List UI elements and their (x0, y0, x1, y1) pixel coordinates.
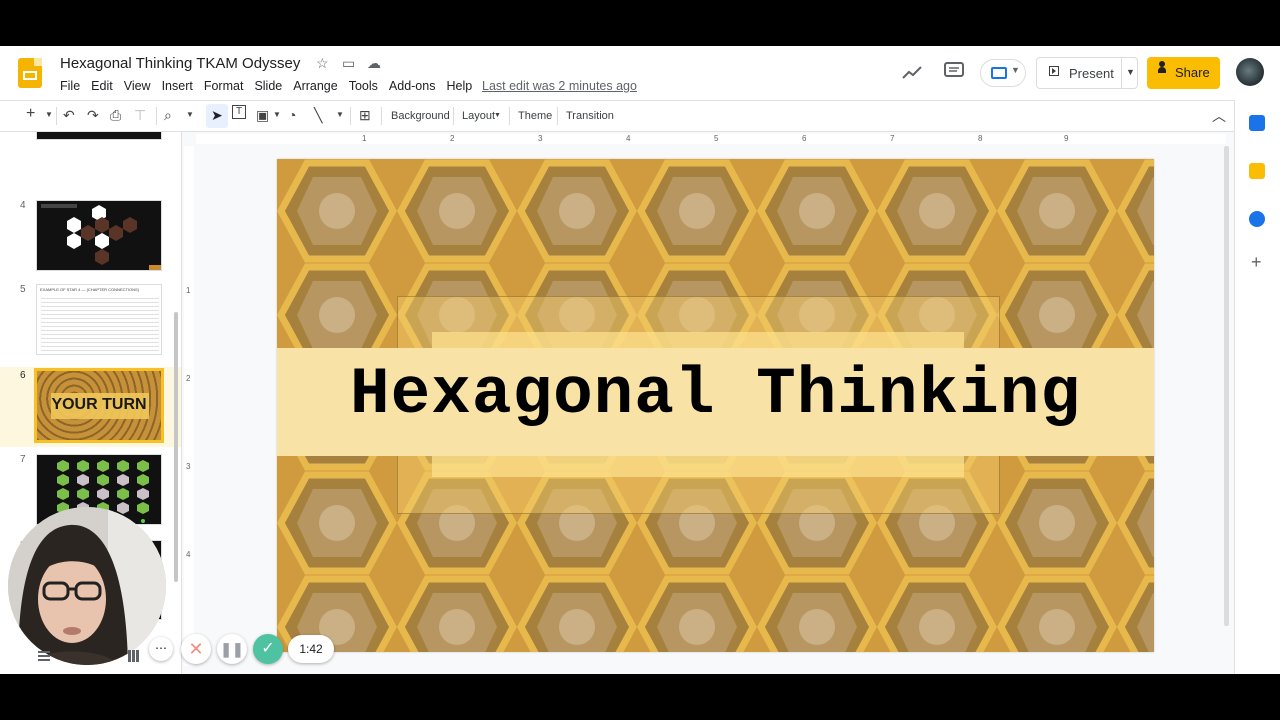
new-slide-icon[interactable]: + (26, 105, 35, 123)
slide-title[interactable]: Hexagonal Thinking (277, 357, 1154, 432)
filmstrip-view-icon[interactable] (38, 651, 50, 661)
thumb-your-turn-text: YOUR TURN (51, 396, 147, 413)
menu-slide[interactable]: Slide (254, 79, 282, 93)
add-addon-icon[interactable]: + (1251, 252, 1262, 273)
image-icon[interactable]: ▣ (256, 107, 269, 124)
thumb-heading: EXAMPLE OF STAR 4 — (CHAPTER CONNECTIONS… (40, 287, 140, 292)
delete-recording-button[interactable]: ✕ (181, 634, 211, 664)
zoom-icon[interactable]: ⌕ (164, 107, 172, 124)
layout-chevron-icon[interactable]: ▼ (494, 112, 501, 119)
recording-timer: 1:42 (288, 635, 334, 663)
layout-button[interactable]: Layout (462, 110, 495, 122)
comments-icon[interactable] (944, 62, 964, 80)
slides-app: Hexagonal Thinking TKAM Odyssey ☆ ▭ ☁ Fi… (0, 46, 1280, 674)
share-button[interactable]: Share (1147, 57, 1220, 89)
toolbar: + ▼ ↶ ↷ ⎙ ⊤ ⌕ ▼ ➤ T ▣ ▼ ◔ ╲ ▼ ⊞ Backgrou… (0, 100, 1234, 132)
webcam-bubble[interactable] (8, 507, 166, 665)
cloud-status-icon[interactable]: ☁ (367, 55, 381, 72)
calendar-icon[interactable] (1249, 115, 1265, 131)
canvas-scrollbar[interactable] (1224, 146, 1229, 626)
image-chevron-icon[interactable]: ▼ (273, 110, 281, 119)
print-icon[interactable]: ⎙ (110, 107, 121, 124)
menu-addons[interactable]: Add-ons (389, 79, 436, 93)
transition-button[interactable]: Transition (566, 110, 614, 122)
undo-icon[interactable]: ↶ (63, 107, 75, 124)
side-panel: + › (1234, 100, 1280, 674)
slides-logo[interactable] (18, 58, 42, 88)
shape-icon[interactable]: ◔ (288, 107, 296, 123)
slide-number: 4 (20, 200, 26, 211)
activity-dashboard-icon[interactable] (902, 64, 922, 80)
comment-add-icon[interactable]: ⊞ (359, 107, 371, 124)
menu-insert[interactable]: Insert (162, 79, 193, 93)
person-icon (1158, 61, 1166, 73)
filmstrip-scrollbar[interactable] (174, 312, 178, 582)
present-label: Present (1069, 66, 1114, 81)
text-box-icon[interactable]: T (232, 105, 246, 119)
line-chevron-icon[interactable]: ▼ (336, 110, 344, 119)
present-icon (1049, 66, 1059, 76)
grid-view-icon[interactable] (128, 650, 140, 662)
collapse-toolbar-icon[interactable]: ︿ (1212, 106, 1226, 126)
new-slide-chevron-icon[interactable]: ▼ (45, 110, 53, 119)
document-title[interactable]: Hexagonal Thinking TKAM Odyssey (60, 55, 300, 72)
tasks-icon[interactable] (1249, 211, 1265, 227)
paint-format-icon[interactable]: ⊤ (134, 107, 146, 124)
slide-thumbnail-6[interactable]: YOUR TURN (34, 368, 164, 443)
letterbox-bottom (0, 674, 1280, 720)
hex-thumbnail-graphic (41, 204, 161, 270)
pause-recording-button[interactable]: ❚❚ (217, 634, 247, 664)
slide-number: 7 (20, 454, 26, 465)
menu-bar: File Edit View Insert Format Slide Arran… (60, 79, 483, 93)
menu-help[interactable]: Help (446, 79, 472, 93)
menu-view[interactable]: View (124, 79, 151, 93)
select-tool[interactable]: ➤ (206, 104, 228, 128)
avatar[interactable] (1236, 58, 1264, 86)
cursor-icon: ➤ (211, 107, 223, 123)
present-options-icon[interactable]: ▼ (1126, 67, 1135, 77)
keep-icon[interactable] (1249, 163, 1265, 179)
zoom-chevron-icon[interactable]: ▼ (186, 110, 194, 119)
star-icon[interactable]: ☆ (316, 55, 329, 72)
slide-thumbnail-partial[interactable] (36, 132, 162, 140)
move-folder-icon[interactable]: ▭ (342, 55, 355, 72)
upload-icon (991, 67, 1007, 79)
background-button[interactable]: Background (391, 110, 450, 122)
horizontal-ruler[interactable]: 1 2 3 4 5 6 7 8 9 (196, 134, 1226, 144)
menu-edit[interactable]: Edit (91, 79, 113, 93)
theme-button[interactable]: Theme (518, 110, 552, 122)
finish-recording-button[interactable]: ✓ (253, 634, 283, 664)
more-options-button[interactable]: ⋯ (149, 637, 173, 661)
last-edit-link[interactable]: Last edit was 2 minutes ago (482, 79, 637, 93)
share-label: Share (1175, 65, 1210, 80)
line-icon[interactable]: ╲ (314, 107, 322, 124)
vertical-ruler[interactable]: 1 2 3 4 (184, 146, 194, 666)
present-to-meeting-button[interactable]: ▼ (980, 59, 1026, 87)
presenter-video (8, 507, 166, 665)
current-slide[interactable]: Hexagonal Thinking (277, 159, 1154, 652)
redo-icon[interactable]: ↷ (87, 107, 99, 124)
slide-thumbnail-5[interactable]: EXAMPLE OF STAR 4 — (CHAPTER CONNECTIONS… (36, 284, 162, 355)
menu-arrange[interactable]: Arrange (293, 79, 337, 93)
menu-file[interactable]: File (60, 79, 80, 93)
present-button[interactable]: Present ▼ (1036, 57, 1138, 89)
slide-number: 6 (20, 370, 26, 381)
menu-tools[interactable]: Tools (349, 79, 378, 93)
slide-thumbnail-4[interactable] (36, 200, 162, 271)
menu-format[interactable]: Format (204, 79, 244, 93)
chevron-down-icon: ▼ (1011, 65, 1020, 75)
slide-number: 5 (20, 284, 26, 295)
